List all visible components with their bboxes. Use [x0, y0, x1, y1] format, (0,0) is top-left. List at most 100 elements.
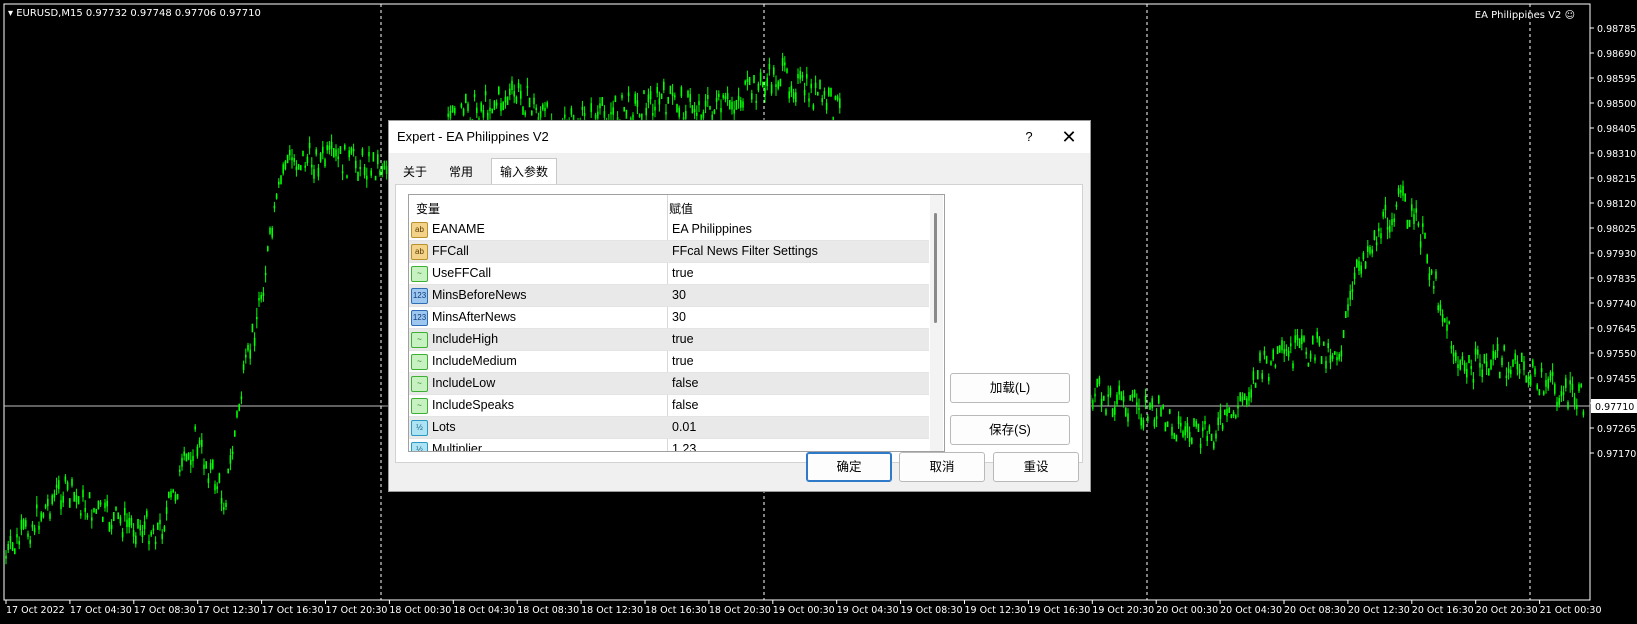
candle-body — [524, 112, 526, 116]
candle-body — [834, 96, 837, 100]
param-row[interactable]: ~ UseFFCall true — [409, 263, 929, 285]
params-grid[interactable]: 变量 赋值 ab EANAME EA Philippines ab FFCall FFca… — [408, 194, 945, 452]
param-row[interactable]: 123 MinsAfterNews 30 — [409, 307, 929, 329]
candle-body — [108, 522, 111, 532]
candle-body — [1250, 389, 1252, 398]
time-tick-label: 20 Oct 00:30 — [1156, 605, 1218, 616]
candle-body — [748, 76, 751, 86]
candle-body — [1375, 242, 1378, 246]
param-value[interactable]: true — [672, 354, 694, 368]
tab-about[interactable]: 关于 — [395, 160, 435, 184]
candle-body — [60, 500, 62, 510]
candle-body — [581, 106, 584, 110]
candle-body — [1208, 426, 1211, 432]
param-row[interactable]: 123 MinsBeforeNews 30 — [409, 285, 929, 307]
candle-body — [1314, 357, 1316, 361]
candle-body — [1254, 382, 1257, 388]
param-row[interactable]: ½ Lots 0.01 — [409, 417, 929, 439]
candle-body — [236, 411, 238, 418]
candle-body — [117, 512, 119, 520]
save-button[interactable]: 保存(S) — [950, 415, 1070, 445]
param-value[interactable]: 1.23 — [672, 442, 696, 451]
candle-body — [1364, 261, 1367, 269]
candle-body — [1457, 364, 1459, 369]
param-row[interactable]: ab EANAME EA Philippines — [409, 219, 929, 241]
param-value[interactable]: 30 — [672, 310, 686, 324]
candle-body — [27, 533, 29, 537]
price-tick-label: 0.97930 — [1597, 249, 1636, 260]
candle-body — [658, 98, 661, 105]
candle-body — [93, 508, 95, 513]
dialog-title: Expert - EA Philippines V2 — [397, 129, 549, 144]
param-type-bool-icon: ~ — [411, 354, 428, 370]
param-value[interactable]: true — [672, 266, 694, 280]
candle-body — [731, 101, 733, 110]
reset-button[interactable]: 重设 — [993, 452, 1079, 482]
candle-body — [803, 89, 806, 96]
param-row[interactable]: ~ IncludeLow false — [409, 373, 929, 395]
candle-body — [570, 108, 573, 115]
param-value[interactable]: 0.01 — [672, 420, 696, 434]
price-tick-label: 0.98500 — [1597, 99, 1636, 110]
candle-body — [1193, 418, 1195, 427]
candle-body — [649, 91, 652, 100]
candle-body — [238, 404, 240, 411]
help-button[interactable]: ? — [1019, 126, 1039, 148]
candle-body — [1268, 376, 1270, 381]
candle-body — [1162, 405, 1164, 409]
param-row[interactable]: ~ IncludeHigh true — [409, 329, 929, 351]
candle-body — [612, 107, 614, 115]
candle-body — [1512, 359, 1514, 367]
candle-body — [797, 74, 799, 79]
dialog-titlebar[interactable]: Expert - EA Philippines V2 ? ✕ — [389, 121, 1090, 153]
candle-body — [680, 87, 683, 97]
candle-body — [82, 489, 84, 498]
candle-body — [779, 78, 782, 87]
candle-body — [707, 95, 709, 99]
scrollbar-thumb[interactable] — [934, 213, 937, 323]
candle-body — [1100, 398, 1103, 406]
candle-body — [1153, 419, 1156, 427]
grid-scrollbar[interactable] — [930, 195, 943, 451]
close-button[interactable]: ✕ — [1055, 126, 1083, 148]
candle-body — [1331, 355, 1334, 360]
candle-body — [1175, 434, 1178, 442]
candle-body — [1349, 290, 1351, 300]
candle-body — [297, 164, 300, 170]
candle-body — [201, 439, 203, 447]
candle-body — [1186, 422, 1189, 433]
param-value[interactable]: true — [672, 332, 694, 346]
time-tick-label: 19 Oct 00:30 — [773, 605, 835, 616]
current-price-label: 0.97710 — [1595, 402, 1634, 413]
param-value[interactable]: 30 — [672, 288, 686, 302]
candle-body — [1261, 373, 1263, 379]
candle-body — [517, 82, 520, 89]
candle-body — [1549, 372, 1552, 381]
candle-body — [205, 461, 207, 469]
param-row[interactable]: ½ Multiplier 1.23 — [409, 439, 929, 451]
candle-body — [722, 94, 724, 98]
header-value[interactable]: 赋值 — [669, 200, 693, 217]
param-value[interactable]: false — [672, 398, 698, 412]
tab-inputs[interactable]: 输入参数 — [491, 158, 558, 186]
candle-body — [174, 494, 177, 501]
tab-common[interactable]: 常用 — [441, 160, 481, 184]
candle-body — [1543, 391, 1545, 395]
param-row[interactable]: ab FFCall FFcal News Filter Settings — [409, 241, 929, 263]
time-tick-label: 17 Oct 12:30 — [198, 605, 260, 616]
param-value[interactable]: FFcal News Filter Settings — [672, 244, 818, 258]
cancel-button[interactable]: 取消 — [899, 452, 985, 482]
candle-body — [1122, 396, 1125, 402]
candle-body — [258, 298, 260, 301]
candle-body — [339, 146, 342, 155]
param-row[interactable]: ~ IncludeSpeaks false — [409, 395, 929, 417]
ok-button[interactable]: 确定 — [806, 452, 892, 482]
price-tick-label: 0.97740 — [1597, 299, 1636, 310]
param-value[interactable]: false — [672, 376, 698, 390]
load-button[interactable]: 加载(L) — [950, 373, 1070, 403]
header-variable[interactable]: 变量 — [416, 200, 440, 217]
param-row[interactable]: ~ IncludeMedium true — [409, 351, 929, 373]
candle-body — [1307, 362, 1310, 367]
candle-body — [1252, 371, 1255, 380]
param-value[interactable]: EA Philippines — [672, 222, 752, 236]
